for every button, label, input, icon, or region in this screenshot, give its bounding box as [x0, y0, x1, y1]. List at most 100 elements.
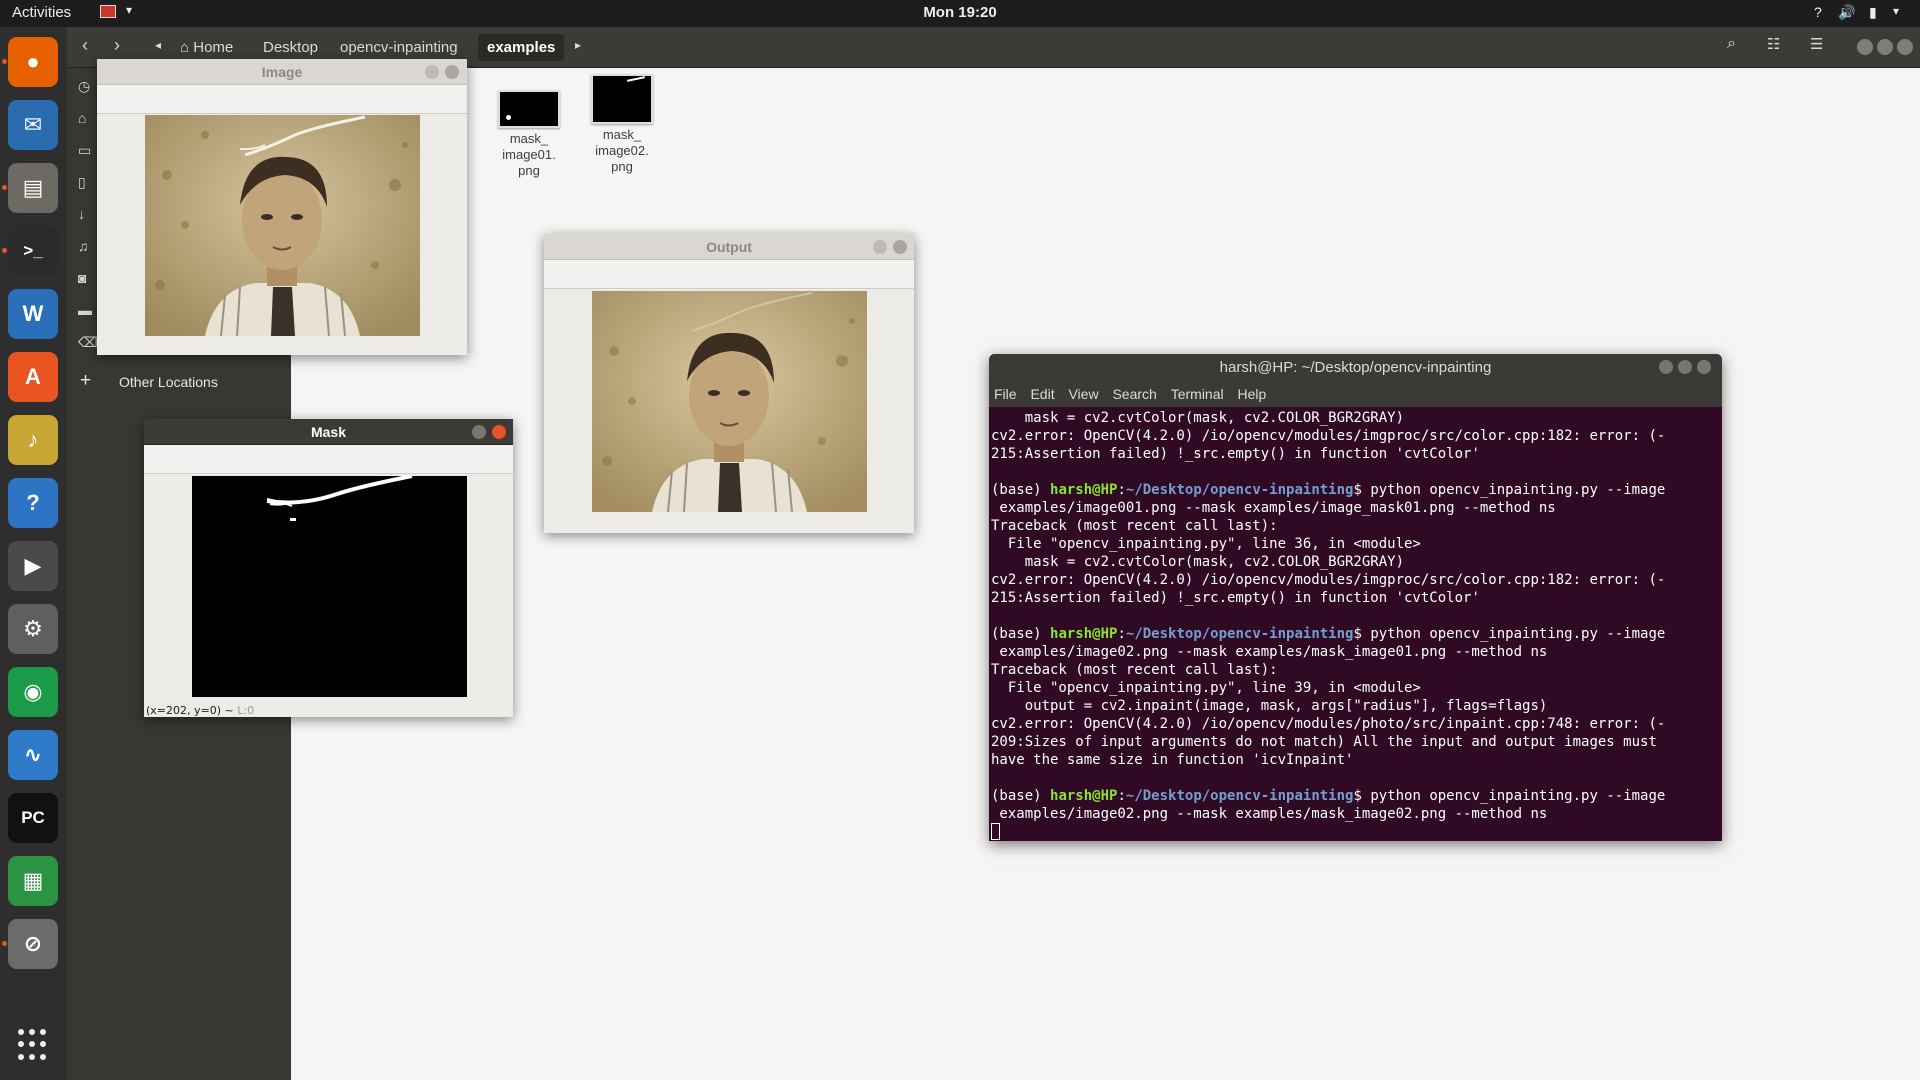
top-bar: Activities ▾ Mon 19:20 ? 🔊 ▮ ▾ [0, 0, 1920, 27]
terminal-line: Traceback (most recent call last): [991, 518, 1278, 534]
window-title[interactable]: Output [544, 234, 914, 260]
maximize-button[interactable] [1877, 39, 1893, 55]
input-photo [145, 115, 420, 336]
system-menu-chevron-icon[interactable]: ▾ [1893, 4, 1899, 18]
add-location-icon[interactable]: + [80, 370, 91, 392]
output-photo [592, 291, 867, 512]
sidebar-item-other-locations[interactable]: Other Locations [119, 374, 218, 390]
breadcrumb-examples[interactable]: examples [478, 34, 565, 61]
forward-icon[interactable]: › [114, 35, 120, 56]
breadcrumb-home[interactable]: ⌂ Home [171, 34, 242, 61]
menu-icon[interactable]: ☰ [1810, 35, 1823, 53]
dock-chrome-icon[interactable]: ◉ [8, 667, 58, 717]
dock-blocked-icon[interactable]: ⊘ [8, 919, 58, 969]
music-icon[interactable]: ♫ [78, 238, 89, 254]
minimize-button[interactable] [1659, 360, 1673, 374]
terminal-prompt-line: (base) harsh@HP:~/Desktop/opencv-inpaint… [991, 788, 1666, 804]
dock-thunderbird-icon[interactable]: ✉ [8, 100, 58, 150]
home-icon: ⌂ [180, 39, 194, 56]
help-icon[interactable]: ? [1814, 4, 1822, 20]
terminal-title[interactable]: harsh@HP: ~/Desktop/opencv-inpainting [989, 354, 1722, 381]
videos-icon[interactable]: ▬ [78, 302, 92, 318]
terminal-line: Traceback (most recent call last): [991, 662, 1278, 678]
close-button[interactable] [893, 240, 907, 254]
volume-icon[interactable]: 🔊 [1838, 4, 1855, 21]
file-name: mask_ image02. png [595, 127, 649, 174]
menu-edit[interactable]: Edit [1025, 381, 1059, 407]
menu-terminal[interactable]: Terminal [1166, 381, 1229, 407]
terminal-line: mask = cv2.cvtColor(mask, cv2.COLOR_BGR2… [991, 410, 1405, 426]
breadcrumb-left-icon[interactable]: ◂ [155, 38, 161, 52]
terminal-line: examples/image001.png --mask examples/im… [991, 500, 1556, 516]
clock[interactable]: Mon 19:20 [923, 4, 996, 21]
terminal-line: have the same size in function 'icvInpai… [991, 752, 1354, 768]
menu-search[interactable]: Search [1107, 381, 1161, 407]
terminal-line: 215:Assertion failed) !_src.empty() in f… [991, 590, 1480, 606]
activities-button[interactable]: Activities [12, 4, 71, 21]
dock-pycharm-icon[interactable]: PC [8, 793, 58, 843]
close-button[interactable] [1897, 39, 1913, 55]
dock-videos-icon[interactable]: ▶ [8, 541, 58, 591]
home-icon[interactable]: ⌂ [78, 110, 86, 126]
file-mask-image02[interactable]: mask_ image02. png [582, 74, 662, 175]
running-indicator [2, 248, 7, 253]
breadcrumb-desktop[interactable]: Desktop [254, 34, 327, 61]
window-title[interactable]: Image [97, 59, 467, 85]
dock-software-icon[interactable]: A [8, 352, 58, 402]
pictures-icon[interactable]: ◙ [78, 270, 86, 286]
maximize-button[interactable] [1678, 360, 1692, 374]
battery-icon[interactable]: ▮ [1869, 4, 1877, 21]
minimize-button[interactable] [1857, 39, 1873, 55]
dock-writer-icon[interactable]: W [8, 289, 58, 339]
dock-monitor-icon[interactable]: ∿ [8, 730, 58, 780]
terminal-prompt-line: (base) harsh@HP:~/Desktop/opencv-inpaint… [991, 626, 1666, 642]
dock-rhythmbox-icon[interactable]: ♪ [8, 415, 58, 465]
terminal-line: output = cv2.inpaint(image, mask, args["… [991, 698, 1548, 714]
downloads-icon[interactable]: ↓ [78, 206, 85, 222]
image-window: Image [97, 59, 467, 355]
dock-terminal-icon[interactable]: >_ [8, 226, 58, 276]
dock-calc-icon[interactable]: ▦ [8, 856, 58, 906]
close-button[interactable] [492, 425, 506, 439]
search-icon[interactable]: ⌕ [1727, 35, 1736, 53]
mask-image [192, 474, 467, 697]
breadcrumb-right-icon[interactable]: ▸ [575, 38, 581, 52]
file-thumbnail [498, 90, 560, 128]
terminal-output[interactable]: mask = cv2.cvtColor(mask, cv2.COLOR_BGR2… [989, 407, 1722, 841]
running-indicator [2, 185, 7, 190]
terminal-line: examples/image02.png --mask examples/mas… [991, 644, 1548, 660]
file-thumbnail [591, 74, 653, 124]
view-options-icon[interactable]: ☷ [1767, 35, 1780, 53]
minimize-button[interactable] [472, 425, 486, 439]
terminal-line: 209:Sizes of input arguments do not matc… [991, 734, 1657, 750]
output-window: Output [544, 234, 914, 533]
dock-firefox-icon[interactable]: ● [8, 37, 58, 87]
running-indicator [2, 59, 7, 64]
dock-files-icon[interactable]: ▤ [8, 163, 58, 213]
documents-icon[interactable]: ▯ [78, 174, 86, 191]
recent-icon[interactable]: ◷ [78, 78, 90, 95]
back-icon[interactable]: ‹ [82, 35, 88, 56]
terminal-line: cv2.error: OpenCV(4.2.0) /io/opencv/modu… [991, 572, 1666, 588]
minimize-button[interactable] [873, 240, 887, 254]
menu-view[interactable]: View [1063, 381, 1103, 407]
dock-help-icon[interactable]: ? [8, 478, 58, 528]
terminal-line: File "opencv_inpainting.py", line 36, in… [991, 536, 1421, 552]
close-button[interactable] [445, 65, 459, 79]
trash-icon[interactable]: ⌫ [78, 334, 98, 351]
keyboard-layout-icon[interactable] [100, 5, 116, 18]
breadcrumb-opencv-inpainting[interactable]: opencv-inpainting [331, 34, 467, 61]
minimize-button[interactable] [425, 65, 439, 79]
show-applications-button[interactable] [18, 1029, 50, 1061]
menu-file[interactable]: File [989, 381, 1022, 407]
window-title[interactable]: Mask [144, 419, 513, 445]
file-mask-image01[interactable]: mask_ image01. png [489, 90, 569, 179]
close-button[interactable] [1697, 360, 1711, 374]
terminal-line: examples/image02.png --mask examples/mas… [991, 806, 1548, 822]
dock-settings-icon[interactable]: ⚙ [8, 604, 58, 654]
terminal-cursor [991, 823, 1000, 840]
menu-help[interactable]: Help [1233, 381, 1272, 407]
folder-icon[interactable]: ▭ [78, 142, 91, 159]
chevron-down-icon[interactable]: ▾ [126, 3, 132, 17]
